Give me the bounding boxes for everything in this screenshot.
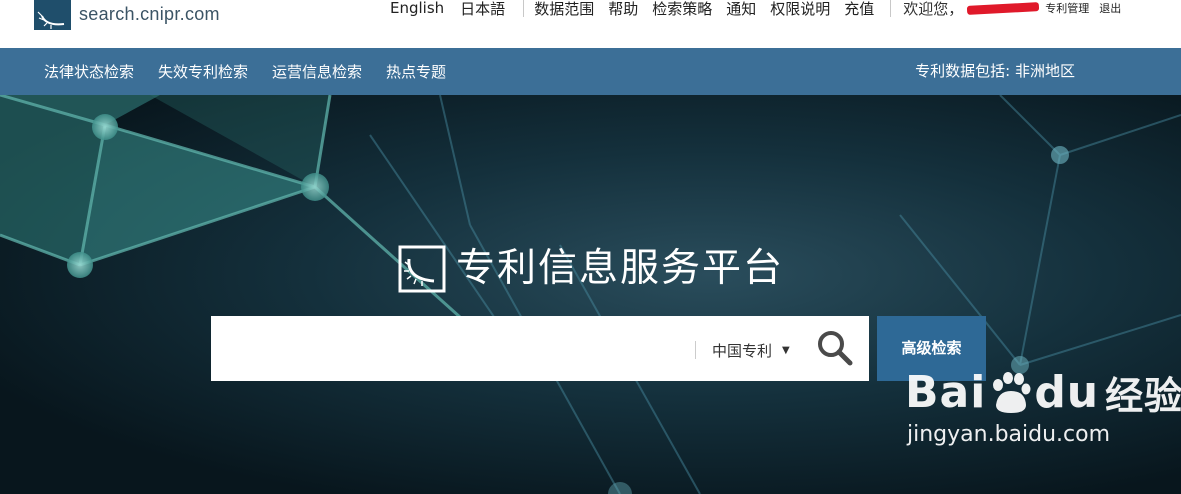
- top-links: English 日本語 数据范围 帮助 检索策略 通知 权限说明 充值 欢迎您，…: [390, 0, 1131, 20]
- logout-link[interactable]: 退出: [1099, 0, 1121, 16]
- nav-search-strategy[interactable]: 检索策略: [652, 0, 712, 19]
- separator: [890, 0, 892, 17]
- data-coverage-text: 专利数据包括: 非洲地区: [915, 62, 1075, 80]
- search-input[interactable]: [211, 316, 691, 381]
- menu-legal-status-search[interactable]: 法律状态检索: [44, 61, 134, 82]
- platform-title: 专利信息服务平台: [456, 246, 785, 291]
- divider: [695, 341, 696, 359]
- logo-text: search.cnipr.com: [79, 4, 220, 24]
- platform-logo-icon: [398, 245, 446, 293]
- search-box: 中国专利 ▼: [211, 316, 869, 381]
- watermark-jingyan: 经验: [1105, 374, 1181, 418]
- nav-data-scope[interactable]: 数据范围: [534, 0, 594, 19]
- hero-banner: 专利信息服务平台 中国专利 ▼ 高级检索 Bai du 经验 jingyan.ba…: [0, 95, 1181, 494]
- watermark-url: jingyan.baidu.com: [907, 422, 1111, 447]
- menu-operation-info-search[interactable]: 运营信息检索: [272, 61, 362, 82]
- redacted-username: [967, 1, 1040, 15]
- welcome-text: 欢迎您，: [903, 0, 964, 18]
- search-scope-select[interactable]: 中国专利 ▼: [712, 316, 790, 381]
- lang-english-link[interactable]: English: [390, 0, 444, 17]
- baidu-paw-icon: [993, 371, 1031, 413]
- nav-notice[interactable]: 通知: [726, 0, 756, 19]
- main-menu: 法律状态检索 失效专利检索 运营信息检索 热点专题: [44, 48, 470, 95]
- site-logo[interactable]: search.cnipr.com: [34, 0, 220, 30]
- search-icon[interactable]: [816, 329, 854, 367]
- platform-brand: 专利信息服务平台: [398, 245, 784, 293]
- lang-japanese-link[interactable]: 日本語: [460, 0, 505, 19]
- watermark-brand-suffix: du: [1034, 367, 1100, 418]
- dropdown-arrow-icon: ▼: [782, 345, 790, 356]
- watermark-brand: Bai: [905, 367, 987, 418]
- patent-manage-link[interactable]: 专利管理: [1045, 0, 1089, 16]
- top-header: search.cnipr.com English 日本語 数据范围 帮助 检索策…: [0, 0, 1181, 48]
- main-menu-bar: 法律状态检索 失效专利检索 运营信息检索 热点专题 专利数据包括: 非洲地区: [0, 48, 1181, 95]
- separator: [523, 0, 525, 17]
- logo-mark-icon: [34, 0, 71, 30]
- menu-hot-topics[interactable]: 热点专题: [386, 61, 446, 82]
- search-scope-label: 中国专利: [712, 342, 773, 360]
- nav-permissions[interactable]: 权限说明: [770, 0, 830, 19]
- menu-invalid-patent-search[interactable]: 失效专利检索: [158, 61, 248, 82]
- nav-recharge[interactable]: 充值: [844, 0, 874, 19]
- nav-help[interactable]: 帮助: [608, 0, 638, 19]
- baidu-jingyan-watermark: Bai du 经验 jingyan.baidu.com: [905, 365, 1181, 447]
